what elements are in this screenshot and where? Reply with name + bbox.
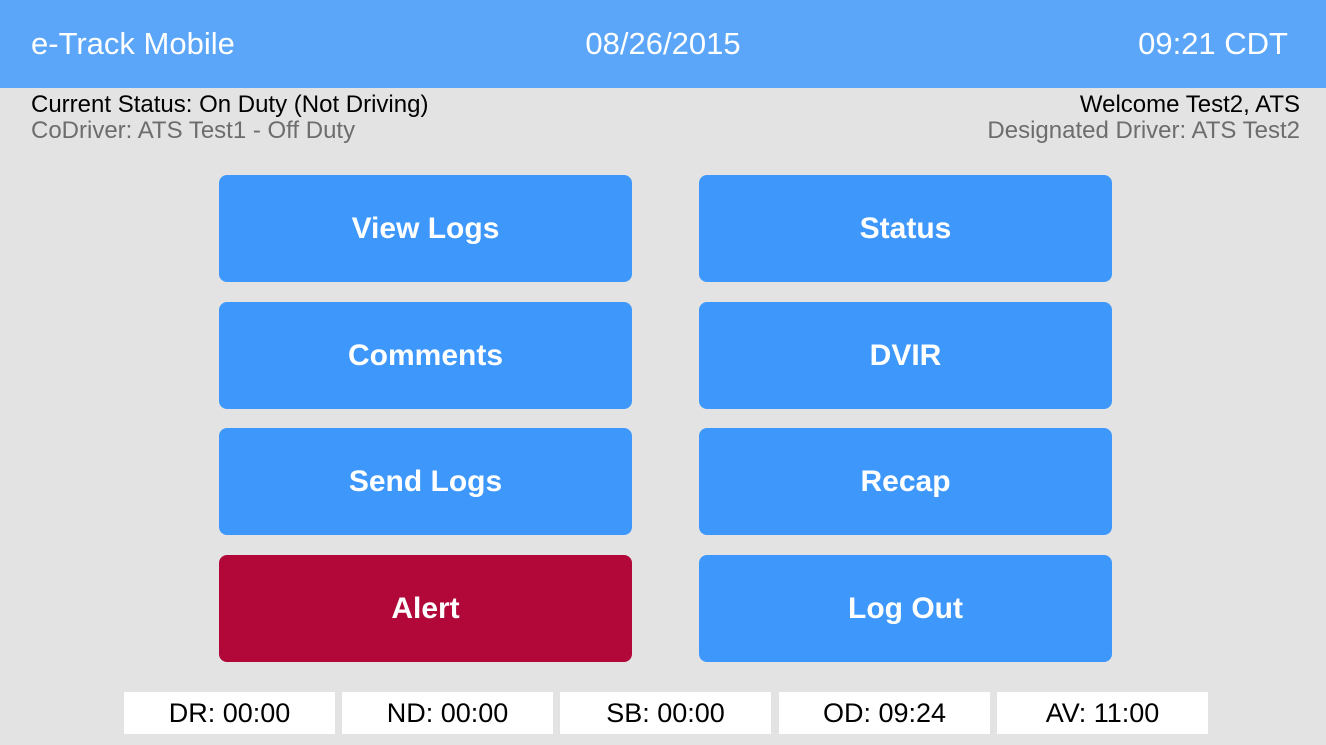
current-status-text: Current Status: On Duty (Not Driving) [31, 91, 429, 118]
dvir-button[interactable]: DVIR [699, 302, 1112, 409]
counter-available: AV: 11:00 [997, 692, 1208, 734]
send-logs-button[interactable]: Send Logs [219, 428, 632, 535]
log-out-button[interactable]: Log Out [699, 555, 1112, 662]
header-time: 09:21 CDT [1138, 26, 1288, 61]
counter-sleeper-berth: SB: 00:00 [560, 692, 771, 734]
alert-button[interactable]: Alert [219, 555, 632, 662]
view-logs-button[interactable]: View Logs [219, 175, 632, 282]
app-header: 08/26/2015 e-Track Mobile 09:21 CDT [0, 0, 1326, 88]
codriver-status-text: CoDriver: ATS Test1 - Off Duty [31, 117, 356, 144]
status-button[interactable]: Status [699, 175, 1112, 282]
app-title: e-Track Mobile [31, 26, 235, 61]
counter-not-driving: ND: 00:00 [342, 692, 553, 734]
recap-button[interactable]: Recap [699, 428, 1112, 535]
welcome-text: Welcome Test2, ATS [1079, 91, 1300, 118]
comments-button[interactable]: Comments [219, 302, 632, 409]
counter-on-duty: OD: 09:24 [779, 692, 990, 734]
counter-driving: DR: 00:00 [124, 692, 335, 734]
designated-driver-text: Designated Driver: ATS Test2 [987, 117, 1300, 144]
